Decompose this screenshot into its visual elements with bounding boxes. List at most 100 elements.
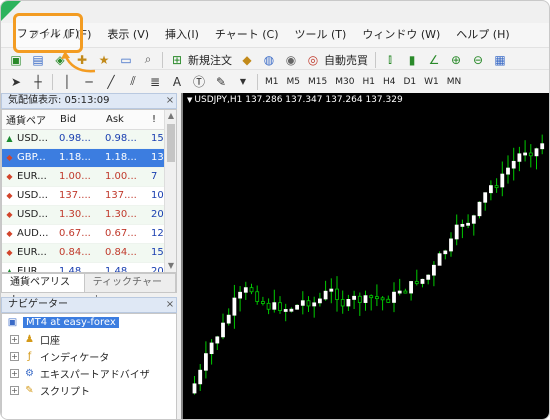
tab-symbols[interactable]: 通貨ペアリスト [2, 274, 85, 306]
candle-body [215, 336, 220, 344]
toolbar-separator [52, 73, 53, 90]
tab-tick-chart[interactable]: ティックチャート [85, 274, 176, 306]
timeframe-m30[interactable]: M30 [331, 73, 358, 91]
table-row[interactable]: ◆ GBP... 1.18... 1.18... 13 [2, 148, 164, 168]
menu-file-highlight[interactable]: ファイル (F) [13, 13, 83, 53]
market-watch-scrollbar[interactable]: ▲ ▼ [164, 110, 176, 272]
expand-icon[interactable]: + [10, 386, 19, 395]
chart-window[interactable]: ▼ USDJPY,H1 137.286 137.347 137.264 137.3… [181, 93, 550, 420]
timeframe-m5[interactable]: M5 [283, 73, 305, 91]
terminal-icon[interactable]: ▭ [116, 50, 136, 70]
auto-trade-icon[interactable]: ◎ [303, 50, 323, 70]
timeframe-d1[interactable]: D1 [399, 73, 420, 91]
symbol-cell: ◆ EUR... [2, 243, 56, 263]
timeframe-w1[interactable]: W1 [420, 73, 443, 91]
arrow-down-icon: ◆ [6, 153, 13, 162]
trendline-icon[interactable]: ╱ [101, 72, 121, 92]
ask-cell: 1.48... [102, 262, 148, 272]
column-header-spread[interactable]: ! [148, 110, 164, 130]
candle-body [477, 201, 482, 217]
text-label-icon[interactable]: Ⓣ [189, 72, 209, 92]
chevron-down-icon[interactable]: ▼ [233, 72, 253, 92]
navigator-title: ナビゲーター [8, 299, 68, 310]
crosshair-icon[interactable]: ┼ [28, 72, 48, 92]
menu-insert[interactable]: 挿入(I) [157, 23, 207, 47]
new-order-button[interactable]: 新規注文 [188, 50, 232, 70]
zoom-out-icon[interactable]: ⊖ [468, 50, 488, 70]
accounts-icon: ♟ [25, 334, 34, 345]
timeframe-h1[interactable]: H1 [358, 73, 379, 91]
column-header-bid[interactable]: Bid [56, 110, 102, 130]
candle-body [437, 253, 442, 266]
symbol-cell: ◆ GBP... [2, 148, 56, 168]
candle-body [317, 298, 322, 304]
auto-trade-button[interactable]: 自動売買 [324, 50, 368, 70]
menu-help[interactable]: ヘルプ (H) [448, 23, 517, 47]
new-order-icon[interactable]: ⊞ [167, 50, 187, 70]
expand-icon[interactable]: + [10, 369, 19, 378]
bar-chart-icon[interactable]: ⫾ [380, 50, 400, 70]
navigator-item-experts[interactable]: + ⚙ エキスパートアドバイザ [2, 365, 176, 382]
navigator-item-indicators[interactable]: + ƒ インディケータ [2, 348, 176, 365]
candle-body [357, 295, 362, 303]
strategy-tester-icon[interactable]: ⌕ [138, 50, 158, 70]
symbol-cell: ◆ AUD... [2, 224, 56, 244]
market-icon[interactable]: ◉ [281, 50, 301, 70]
table-row[interactable]: ◆ EUR... 1.00... 1.00... 7 [2, 167, 164, 187]
candle-body [198, 369, 203, 385]
candlestick-chart[interactable] [183, 93, 550, 420]
table-row[interactable]: ▲ EUR... 1.48... 1.48... 20 [2, 262, 164, 272]
chart-menu-triangle-icon: ▼ [187, 96, 193, 104]
menu-tools[interactable]: ツール (T) [287, 23, 355, 47]
line-chart-icon[interactable]: ∠ [424, 50, 444, 70]
column-header-ask[interactable]: Ask [102, 110, 148, 130]
menu-chart[interactable]: チャート (C) [207, 23, 287, 47]
arrow-objects-icon[interactable]: ✎ [211, 72, 231, 92]
candle-body [494, 185, 499, 189]
column-header-symbol[interactable]: 通貨ペア [2, 110, 56, 130]
table-row[interactable]: ◆ EUR... 0.84... 0.84... 15 [2, 243, 164, 263]
expand-icon[interactable]: + [10, 335, 19, 344]
navigator-item-scripts[interactable]: + ✎ スクリプト [2, 382, 176, 399]
tile-windows-icon[interactable]: ▦ [490, 50, 510, 70]
channel-icon[interactable]: ⫽ [123, 72, 143, 92]
navigator-panel: ▣ MT4 at easy-forex + ♟ 口座 + ƒ インディケータ +… [1, 313, 177, 419]
menu-window[interactable]: ウィンドウ (W) [354, 23, 448, 47]
arrow-up-icon: ▲ [6, 134, 13, 143]
table-row[interactable]: ▲ USD... 0.98... 0.98... 15 [2, 129, 164, 149]
close-icon[interactable]: × [164, 298, 176, 312]
menu-view[interactable]: 表示 (V) [99, 23, 157, 47]
candle-body [483, 192, 488, 203]
fibonacci-icon[interactable]: ≣ [145, 72, 165, 92]
scroll-down-icon[interactable]: ▼ [165, 260, 176, 272]
candle-body [312, 302, 317, 307]
signals-icon[interactable]: ◍ [259, 50, 279, 70]
navigator-item-accounts[interactable]: + ♟ 口座 [2, 331, 176, 348]
symbol-label: USD... [17, 133, 48, 144]
candle-body [300, 300, 305, 306]
timeframe-m15[interactable]: M15 [304, 73, 331, 91]
terminal-root-icon: ▣ [7, 317, 18, 328]
navigator-item-label: スクリプト [40, 387, 90, 398]
symbol-cell: ▲ EUR... [2, 262, 56, 272]
timeframe-mn[interactable]: MN [443, 73, 466, 91]
market-watch-tabs: 通貨ペアリスト ティックチャート [1, 273, 177, 306]
close-icon[interactable]: × [164, 94, 176, 108]
timeframe-h4[interactable]: H4 [379, 73, 400, 91]
candle-body [369, 295, 374, 299]
spread-cell: 20 [148, 205, 164, 225]
navigator-root-label[interactable]: MT4 at easy-forex [23, 317, 119, 328]
navigator-root[interactable]: ▣ MT4 at easy-forex [2, 314, 176, 331]
expand-icon[interactable]: + [10, 352, 19, 361]
zoom-in-icon[interactable]: ⊕ [446, 50, 466, 70]
scroll-thumb[interactable] [167, 124, 175, 162]
metaeditor-icon[interactable]: ◆ [237, 50, 257, 70]
scroll-up-icon[interactable]: ▲ [165, 110, 176, 122]
cursor-icon[interactable]: ➤ [6, 72, 26, 92]
timeframe-m1[interactable]: M1 [261, 73, 283, 91]
table-row[interactable]: ◆ AUD... 0.67... 0.67... 12 [2, 224, 164, 244]
text-icon[interactable]: A [167, 72, 187, 92]
table-row[interactable]: ◆ USD... 137.... 137.... 10 [2, 186, 164, 206]
table-row[interactable]: ◆ USD... 1.30... 1.30... 20 [2, 205, 164, 225]
candle-chart-icon[interactable]: ▮ [402, 50, 422, 70]
